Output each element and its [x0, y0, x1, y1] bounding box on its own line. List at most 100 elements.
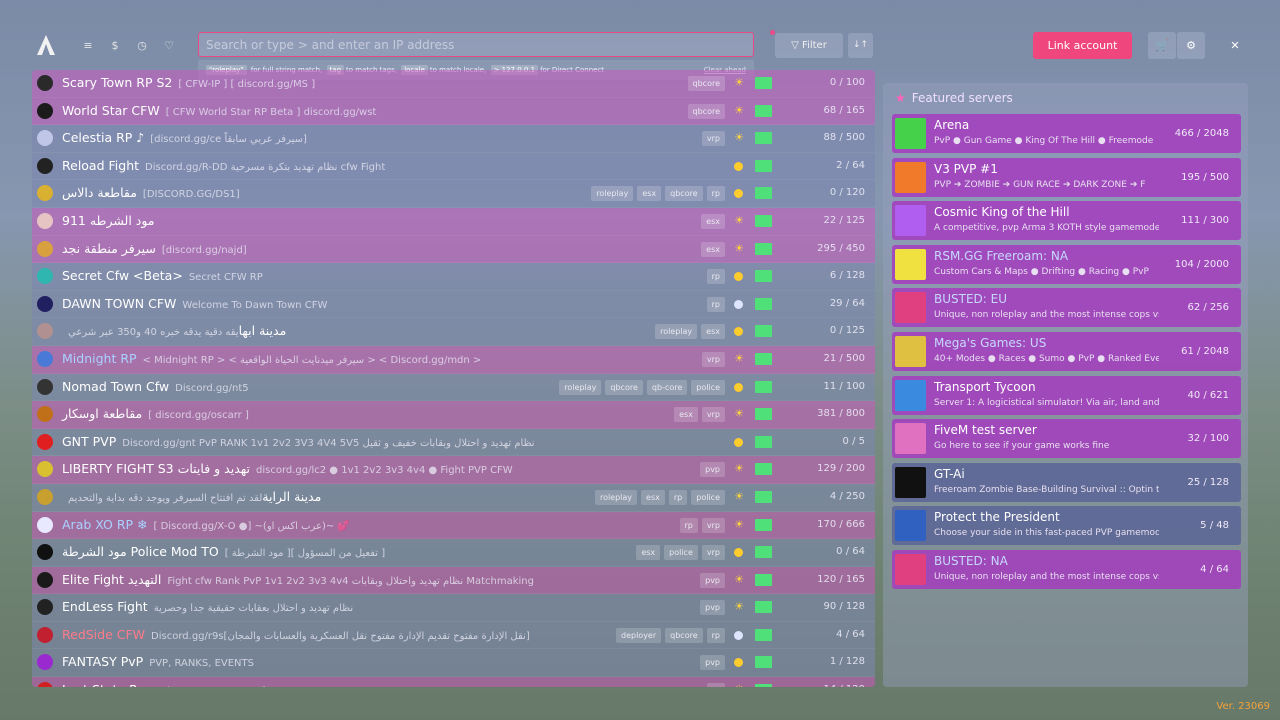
server-tag[interactable]: rp — [706, 186, 725, 202]
server-row[interactable]: Scary Town RP S2[ CFW-IP ] [ discord.gg/… — [32, 70, 875, 98]
server-tag[interactable]: pvp — [700, 655, 725, 671]
server-tag[interactable]: qbcore — [687, 76, 725, 91]
server-icon — [37, 654, 53, 671]
featured-server-card[interactable]: RSM.GG Freeroam: NA Custom Cars & Maps ● … — [892, 244, 1241, 284]
server-tag[interactable]: qbcore — [665, 627, 703, 643]
server-tag[interactable]: roleplay — [591, 186, 634, 202]
server-tag[interactable]: rp — [679, 517, 698, 533]
server-tag[interactable]: rp — [706, 269, 725, 285]
server-tag[interactable]: esx — [701, 241, 725, 257]
server-icon — [37, 406, 53, 423]
fivem-logo-icon[interactable] — [36, 34, 56, 56]
featured-server-card[interactable]: GT-Ai Freeroam Zombie Base-Building Survi… — [892, 462, 1241, 502]
server-tag[interactable]: esx — [641, 489, 665, 505]
featured-server-card[interactable]: V3 PVP #1 PVP ➔ ZOMBIE ➔ GUN RACE ➔ DARK … — [892, 157, 1241, 197]
server-tag[interactable]: pvp — [700, 462, 725, 478]
server-tag[interactable]: vrp — [701, 407, 725, 423]
server-list[interactable]: Scary Town RP S2[ CFW-IP ] [ discord.gg/… — [32, 70, 875, 687]
server-tag[interactable]: police — [691, 379, 725, 395]
server-tag[interactable]: police — [691, 489, 725, 505]
server-row[interactable]: Secret Cfw <Beta> Secret CFW RP rp 6 / 128 — [32, 263, 875, 291]
server-row[interactable]: EndLess Fight نظام تهديد و احتلال بعقابات… — [32, 594, 875, 622]
ping-indicator — [755, 573, 772, 586]
server-tag[interactable]: esx — [701, 324, 725, 340]
server-tag[interactable]: qbcore — [605, 379, 643, 395]
server-tag[interactable]: police — [664, 545, 698, 561]
server-tag[interactable]: roleplay — [655, 324, 698, 340]
server-row[interactable]: DAWN TOWN CFW Welcome To Dawn Town CFW rp 2… — [32, 290, 875, 319]
server-row[interactable]: RedSide CFW Discord.gg/r9s[نقل الإدارة مف… — [32, 621, 875, 650]
link-account-button[interactable]: Link account — [1033, 32, 1132, 59]
server-row[interactable]: LIBERTY FIGHT S3 تهديد و فايتات discord.g… — [32, 456, 875, 484]
server-row[interactable]: مدينة الرايةلقد تم افتتاح السيرفر ويوجد … — [32, 483, 875, 512]
server-row[interactable]: Midnight RP < Midnight RP > < سيرفر ميدنا… — [32, 345, 875, 374]
server-tags: roleplay qbcore qb-core police — [559, 379, 725, 395]
server-description: نظام تهديد و احتلال بعقابات حقيقية جدا و… — [153, 603, 354, 615]
close-icon[interactable]: ✕ — [1221, 32, 1249, 59]
server-row[interactable]: مود الشرطة Police Mod TO[ مود الشرطة ][ … — [32, 539, 875, 567]
featured-server-card[interactable]: BUSTED: NA Unique, non roleplay and the m… — [892, 550, 1241, 589]
cart-icon[interactable]: 🛒 — [1148, 32, 1176, 59]
server-tag[interactable]: vrp — [701, 351, 725, 367]
server-tag[interactable]: vrp — [701, 545, 725, 561]
server-row[interactable]: FANTASY PvP PVP, RANKS, EVENTS pvp 1 / 128 — [32, 649, 875, 678]
server-name: Scary Town RP S2[ CFW-IP ] [ discord.gg/… — [62, 75, 316, 90]
server-tag[interactable]: rp — [668, 489, 688, 505]
server-row[interactable]: World Star CFW[ CFW World Star RP Beta ]… — [32, 97, 875, 126]
server-row[interactable]: GNT PVP Discord.gg/gnt PvP RANK 1v1 2v2 3… — [32, 428, 875, 457]
sort-button[interactable]: ↓↑ — [848, 33, 873, 58]
server-tag[interactable]: vrp — [701, 517, 725, 533]
server-tag[interactable]: rp — [706, 296, 725, 312]
server-row[interactable]: سيرفر منطقة نجد [discord.gg/najd] esx ☀ 295 … — [32, 235, 875, 264]
server-row[interactable]: Last State RpWelcome Last State Cfw, Rp r… — [32, 677, 875, 687]
server-icon — [37, 378, 53, 395]
featured-server-card[interactable]: Cosmic King of the Hill A competitive, pv… — [892, 201, 1241, 241]
player-count: 120 / 165 — [817, 573, 865, 585]
favorites-icon[interactable]: ♡ — [161, 38, 177, 54]
server-tag[interactable]: qb-core — [646, 379, 688, 395]
sun-icon: ☀ — [734, 76, 744, 89]
server-row[interactable]: Nomad Town Cfw Discord.gg/nt5 roleplay qbco… — [32, 373, 875, 402]
server-tag[interactable]: esx — [674, 407, 698, 423]
sun-icon: ☀ — [734, 600, 744, 614]
featured-server-card[interactable]: Transport Tycoon Server 1: A logicistical… — [892, 375, 1241, 415]
server-tag[interactable]: pvp — [700, 600, 725, 616]
servers-list-icon[interactable]: ≡ — [80, 38, 96, 54]
featured-server-card[interactable]: BUSTED: EU Unique, non roleplay and the m… — [892, 288, 1241, 328]
featured-player-count: 104 / 2000 — [1174, 258, 1229, 270]
server-tag[interactable]: rp — [706, 683, 725, 687]
server-tag[interactable]: vrp — [701, 131, 725, 147]
server-row[interactable]: Arab XO RP ❄[ Discord.gg/X-O ●] ~(عرب اك… — [32, 511, 875, 540]
server-row[interactable]: مدينة ابهايقه دقية يدقه خبره 40 و350 عبر… — [32, 318, 875, 346]
server-row[interactable]: Celestia RP ♪ [discord.gg/ce سيرفر عربي س… — [32, 125, 875, 153]
server-tag[interactable]: roleplay — [559, 379, 602, 395]
server-row[interactable]: مقاطعة دالاس [DISCORD.GG/DS1] roleplay esx q… — [32, 180, 875, 208]
featured-server-description: Choose your side in this fast-paced PVP … — [934, 528, 1159, 539]
server-tag[interactable]: esx — [637, 186, 662, 202]
server-tag[interactable]: esx — [701, 213, 725, 229]
server-tag[interactable]: qbcore — [687, 103, 725, 119]
server-name: Reload Fight Discord.gg/R-DD نظام تهديد ب… — [62, 157, 386, 173]
featured-server-name: Cosmic King of the Hill — [934, 205, 1070, 220]
server-tag[interactable]: pvp — [700, 572, 725, 588]
server-tag[interactable]: deployer — [616, 627, 662, 643]
filter-button[interactable]: ▽ Filter — [775, 33, 843, 58]
player-count: 88 / 500 — [823, 132, 865, 144]
featured-title-text: Featured servers — [911, 91, 1013, 105]
search-input[interactable] — [199, 33, 753, 56]
server-row[interactable]: Reload Fight Discord.gg/R-DD نظام تهديد ب… — [32, 152, 875, 181]
server-tag[interactable]: roleplay — [594, 489, 638, 505]
featured-server-card[interactable]: Mega's Games: US 40+ Modes ● Races ● Sumo… — [892, 332, 1241, 371]
featured-server-card[interactable]: Arena PvP ● Gun Game ● King Of The Hill ●… — [892, 114, 1241, 153]
server-row[interactable]: Elite Fight التهديد Fight cfw Rank PvP 1v… — [32, 566, 875, 595]
server-tag[interactable]: qbcore — [665, 186, 703, 202]
server-row[interactable]: مقاطعة اوسكار[ discord.gg/oscarr ] esx vrp… — [32, 401, 875, 429]
gear-icon[interactable]: ⚙ — [1177, 32, 1205, 59]
server-tag[interactable]: rp — [706, 627, 725, 643]
supporters-icon[interactable]: $ — [107, 38, 123, 54]
featured-server-card[interactable]: FiveM test server Go here to see if your … — [892, 419, 1241, 459]
featured-server-card[interactable]: Protect the President Choose your side in… — [892, 506, 1241, 546]
history-icon[interactable]: ◷ — [134, 38, 150, 54]
server-row[interactable]: مود الشرطه 911 esx ☀ 22 / 125 — [32, 207, 875, 236]
server-tag[interactable]: esx — [636, 545, 661, 561]
